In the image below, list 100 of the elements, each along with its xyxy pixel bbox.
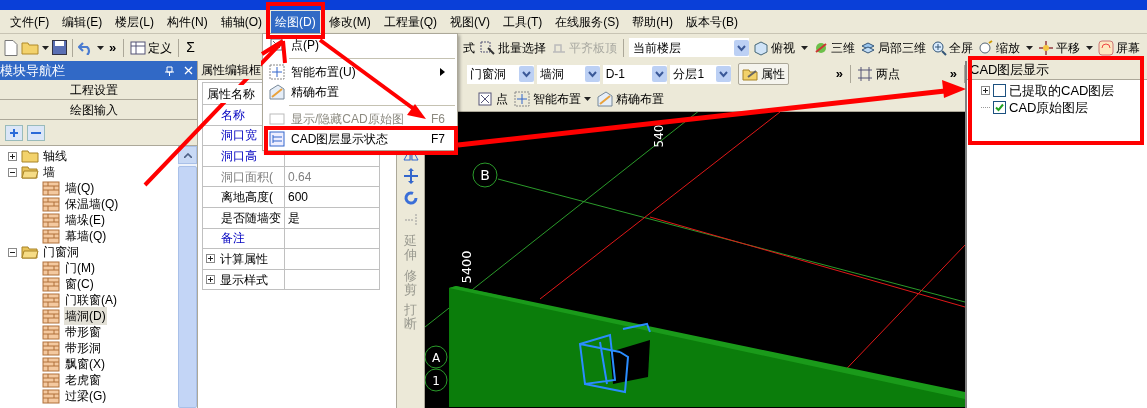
toolbar-button[interactable]: 点 <box>477 88 508 110</box>
component-dropdown[interactable]: 门窗洞 <box>467 64 534 84</box>
folder-edit-icon <box>741 66 758 82</box>
toolbar-button[interactable]: 三维 <box>812 37 856 58</box>
tree-item[interactable]: 墙(Q) <box>64 179 96 197</box>
tree-item[interactable]: 保温墙(Q) <box>64 195 120 213</box>
menu-item[interactable]: 工具(T) <box>499 10 547 33</box>
component-icon <box>42 260 60 276</box>
component-icon <box>42 356 60 372</box>
property-name: 洞口高 <box>221 148 257 165</box>
menu-item[interactable]: 编辑(E) <box>58 10 107 33</box>
menu-item[interactable]: 在线服务(S) <box>551 10 624 33</box>
expand-all-icon[interactable] <box>5 124 23 141</box>
tree-item[interactable]: 轴线 <box>43 147 67 165</box>
toolbar-icon <box>477 91 493 107</box>
toolbar-button[interactable]: 屏幕 <box>1097 37 1141 58</box>
menu-item[interactable]: 辅轴(O) <box>216 10 266 33</box>
tree-item[interactable]: 老虎窗 <box>64 371 102 389</box>
expand-icon[interactable] <box>981 86 990 95</box>
toolbar-button[interactable]: 批量选择 <box>479 37 547 58</box>
checkbox[interactable] <box>993 84 1006 97</box>
menu-item[interactable]: 文件(F) <box>6 10 54 33</box>
property-group[interactable]: 显示样式 <box>220 270 268 289</box>
toolbar-button[interactable]: 局部三维 <box>859 37 927 58</box>
component-dropdown[interactable]: 分层1 <box>670 64 731 84</box>
tree-item[interactable]: 窗(C) <box>64 275 95 293</box>
property-name: 是否随墙变 <box>221 209 281 227</box>
toolbar-button[interactable]: 俯视 <box>752 37 809 58</box>
toolbar-icon <box>1098 39 1114 56</box>
edit-tool-icon[interactable] <box>402 168 419 184</box>
column-header: 属性名称 <box>207 84 255 103</box>
tree-item[interactable]: 墙垛(E) <box>64 211 106 229</box>
open-folder-icon <box>21 245 39 259</box>
toolbar-button[interactable]: 智能布置 <box>514 88 591 110</box>
toolbar-icon <box>753 39 769 56</box>
property-value[interactable]: 0.64 <box>288 167 312 186</box>
menu-item[interactable]: 智能布置(U) <box>263 62 457 82</box>
toolbar-button[interactable]: 全屏 <box>930 37 974 58</box>
collapse-icon[interactable] <box>8 167 17 177</box>
property-group[interactable]: 计算属性 <box>220 249 268 268</box>
menu-item[interactable]: 构件(N) <box>163 10 212 33</box>
tree-item[interactable]: 墙洞(D) <box>64 307 107 325</box>
tree-item[interactable]: 门窗洞 <box>43 243 79 261</box>
toolbar-icon <box>597 91 613 107</box>
annotation-box <box>266 2 325 39</box>
toolbar-button[interactable]: 缩放 <box>977 37 1034 58</box>
menu-item[interactable]: 版本号(B) <box>682 10 742 33</box>
overflow-chevron[interactable]: » <box>945 64 962 84</box>
new-file-icon[interactable] <box>4 39 18 56</box>
tree-item[interactable]: 幕墙(Q) <box>64 227 108 245</box>
tree-item[interactable]: 门联窗(A) <box>64 291 118 309</box>
overflow-chevron[interactable]: » <box>831 64 847 84</box>
tree-item[interactable]: 门(M) <box>64 259 96 277</box>
pin-icon[interactable] <box>165 65 174 76</box>
toolbar-button[interactable]: 属性 <box>737 63 789 85</box>
component-icon <box>42 308 60 324</box>
floor-dropdown[interactable]: 当前楼层 <box>629 38 749 57</box>
collapse-all-icon[interactable] <box>27 124 45 141</box>
menu-item[interactable]: 楼层(L) <box>111 10 158 33</box>
menu-item[interactable]: 帮助(H) <box>628 10 677 33</box>
caret-icon <box>42 45 49 50</box>
toolbar-button[interactable]: 式 <box>462 37 476 58</box>
tree-item[interactable]: 飘窗(X) <box>64 355 106 373</box>
toolbar-button[interactable]: 两点 <box>853 63 903 85</box>
sum-icon[interactable]: Σ <box>184 37 197 58</box>
menu-icon <box>269 111 285 127</box>
expand-icon[interactable] <box>206 275 215 285</box>
tree-item[interactable]: 过梁(G) <box>64 387 108 405</box>
cross-lines-icon <box>856 66 873 82</box>
collapse-icon[interactable] <box>8 247 17 257</box>
menu-icon <box>269 84 285 100</box>
menu-item[interactable]: 修改(M) <box>324 10 375 33</box>
menu-item[interactable]: 精确布置 <box>263 82 457 102</box>
axis-label: 1 <box>432 374 440 388</box>
component-dropdown[interactable]: D-1 <box>602 64 668 84</box>
expand-icon[interactable] <box>206 254 215 264</box>
axis-bubble <box>472 162 498 188</box>
save-icon[interactable] <box>52 40 67 55</box>
toolbar-icon <box>130 39 147 56</box>
component-icon <box>42 372 60 388</box>
expand-icon[interactable] <box>8 151 17 161</box>
menu-item[interactable]: 工程量(Q) <box>379 10 441 33</box>
menu-item[interactable]: 视图(V) <box>446 10 494 33</box>
toolbar-button[interactable]: 平移 <box>1037 37 1094 58</box>
property-value[interactable]: 600 <box>288 188 309 207</box>
tree-item[interactable]: 带形窗 <box>64 323 102 341</box>
edit-tool-icon[interactable] <box>402 190 419 206</box>
component-icon <box>42 212 60 228</box>
checkbox[interactable] <box>993 101 1006 114</box>
tree-item[interactable]: 带形洞 <box>64 339 102 357</box>
component-icon <box>42 292 60 308</box>
property-value[interactable]: 是 <box>288 208 300 227</box>
tree-item[interactable]: 墙 <box>43 163 55 181</box>
component-dropdown[interactable]: 墙洞 <box>536 64 600 84</box>
overflow-chevron[interactable]: » <box>107 37 119 58</box>
close-icon[interactable] <box>184 66 193 75</box>
menu-item[interactable]: 绘图(D) <box>271 10 320 33</box>
menu-icon <box>269 131 285 147</box>
toolbar-button[interactable]: 定义 <box>129 37 174 58</box>
toolbar-button[interactable]: 精确布置 <box>597 88 664 110</box>
